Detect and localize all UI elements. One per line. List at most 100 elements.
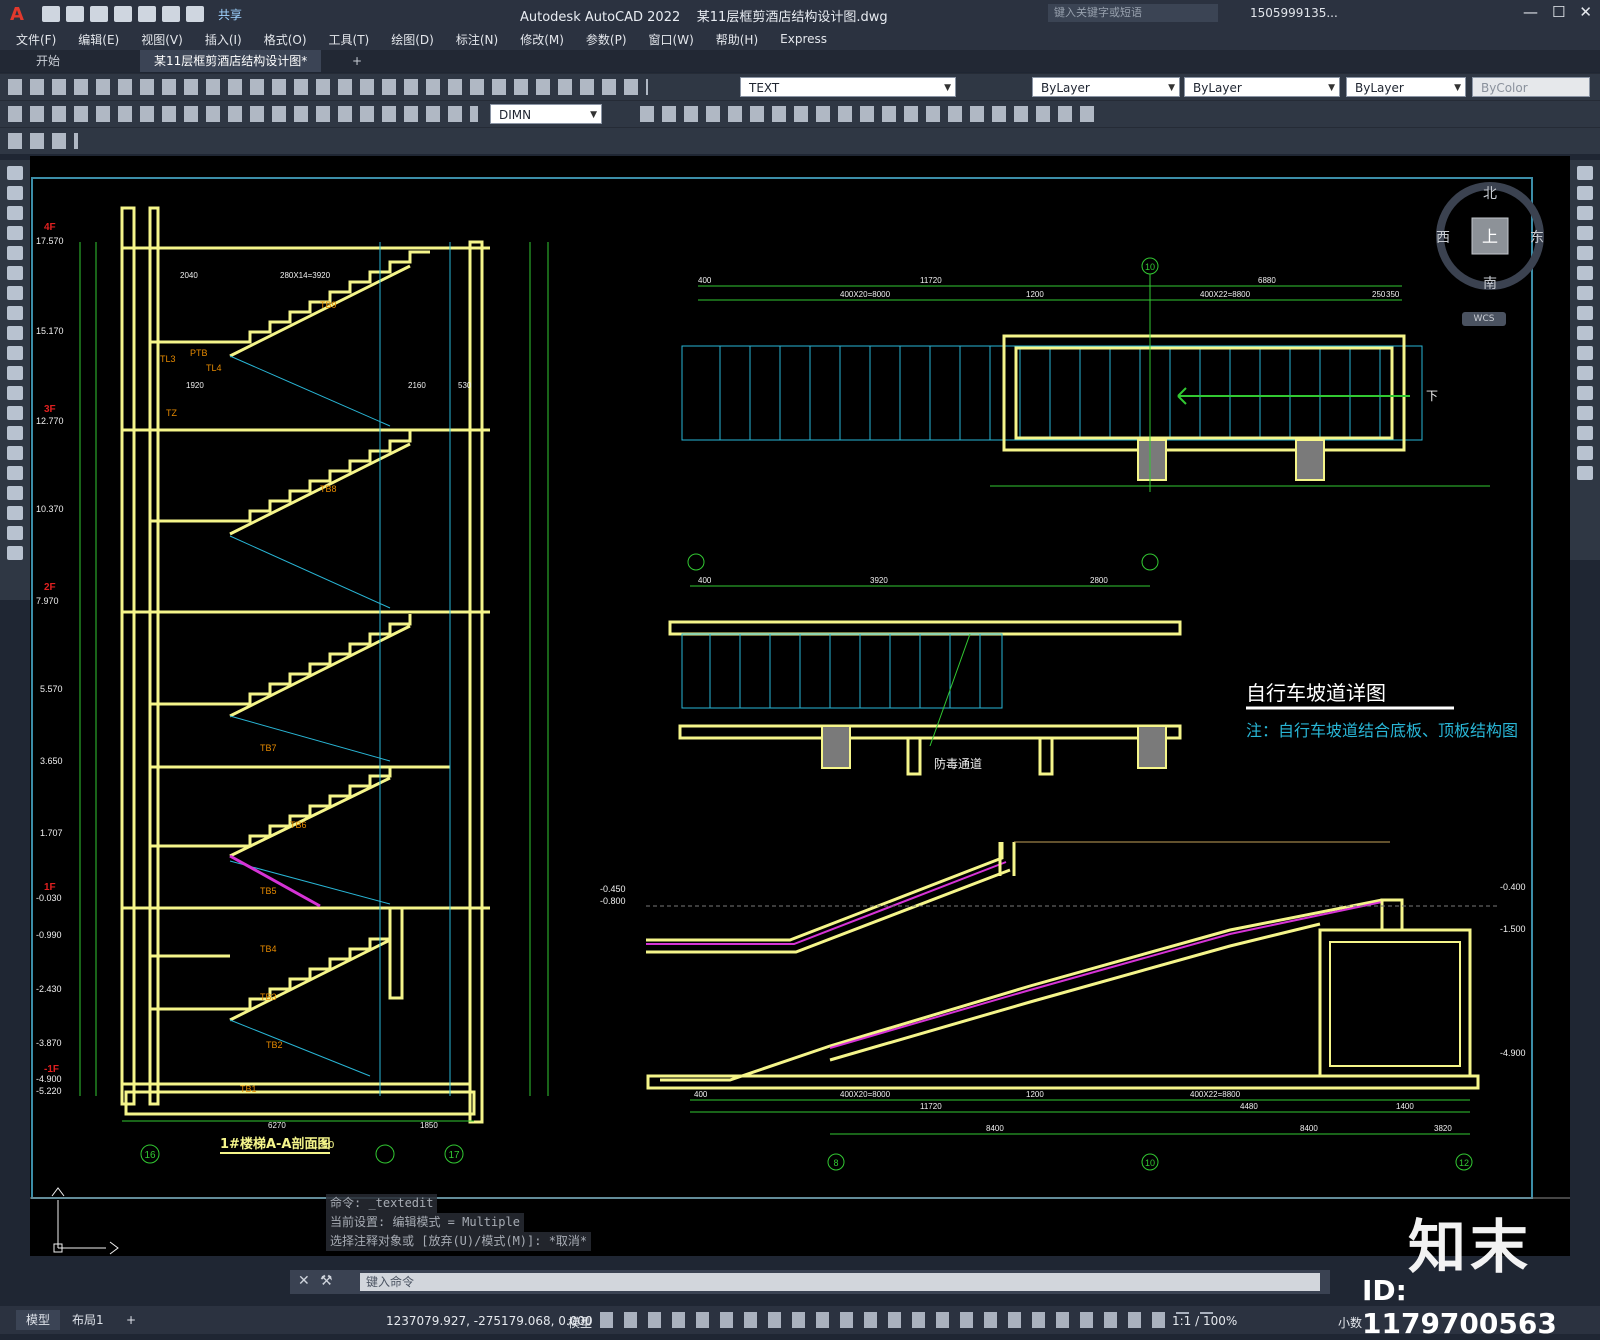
minimize-button[interactable]: — xyxy=(1523,3,1538,21)
dim-text: 8400 xyxy=(1300,1124,1318,1133)
undo-icon[interactable] xyxy=(162,6,180,22)
floor-tag: -1F xyxy=(44,1064,59,1075)
modify-icons[interactable] xyxy=(640,106,1100,122)
insert-block-icon[interactable] xyxy=(7,386,23,400)
menu-edit[interactable]: 编辑(E) xyxy=(78,31,119,48)
tab-layout1[interactable]: 布局1 xyxy=(62,1310,114,1330)
model-space-canvas[interactable]: 17.570 15.170 12.770 10.370 7.970 5.570 … xyxy=(30,156,1570,1256)
menu-format[interactable]: 格式(O) xyxy=(264,31,307,48)
ramp-section-bottom: 400 400X20=8000 1200 400X22=8800 11720 4… xyxy=(600,841,1526,1171)
linetype-dropdown[interactable]: ByLayer ▼ xyxy=(1184,77,1340,97)
explode-icon[interactable] xyxy=(1577,466,1593,480)
model-space-button[interactable]: 模型 xyxy=(568,1314,592,1331)
dim-style-dropdown[interactable]: DIMN ▼ xyxy=(490,104,602,124)
dim-text: 400X20=8000 xyxy=(840,1090,891,1099)
tab-drawing[interactable]: 某11层框剪酒店结构设计图* xyxy=(140,50,322,72)
autocad-logo-icon[interactable]: A xyxy=(0,0,34,28)
wcs-menu[interactable]: WCS xyxy=(1462,312,1506,326)
tab-model[interactable]: 模型 xyxy=(16,1310,61,1330)
text-style-dropdown[interactable]: TEXT ▼ xyxy=(740,77,956,97)
menu-window[interactable]: 窗口(W) xyxy=(649,31,694,48)
break-icon[interactable] xyxy=(1577,386,1593,400)
chevron-down-icon: ▼ xyxy=(1168,83,1175,93)
mtext-icon[interactable] xyxy=(7,526,23,540)
line-icon[interactable] xyxy=(7,166,23,180)
ellipse-arc-icon[interactable] xyxy=(7,366,23,380)
new-file-icon[interactable] xyxy=(42,6,60,22)
toolbar-icons[interactable] xyxy=(8,79,648,95)
menu-bar: 文件(F) 编辑(E) 视图(V) 插入(I) 格式(O) 工具(T) 绘图(D… xyxy=(0,28,1600,50)
close-icon[interactable]: ✕ xyxy=(298,1273,310,1289)
menu-view[interactable]: 视图(V) xyxy=(141,31,183,48)
spline-icon[interactable] xyxy=(7,326,23,340)
dimension-icons[interactable] xyxy=(8,106,478,122)
point-icon[interactable] xyxy=(7,426,23,440)
save-as-icon[interactable] xyxy=(114,6,132,22)
linetype-value: ByLayer xyxy=(1193,81,1242,95)
layer-color-dropdown[interactable]: ByLayer ▼ xyxy=(1032,77,1180,97)
maximize-button[interactable]: ☐ xyxy=(1552,3,1565,21)
rectangle-icon[interactable] xyxy=(7,246,23,260)
menu-tools[interactable]: 工具(T) xyxy=(329,31,370,48)
add-layout-button[interactable]: + xyxy=(116,1310,146,1330)
region-icon[interactable] xyxy=(7,486,23,500)
move-icon[interactable] xyxy=(1577,266,1593,280)
draw-order-icons[interactable] xyxy=(8,133,78,149)
join-icon[interactable] xyxy=(1577,406,1593,420)
erase-icon[interactable] xyxy=(1577,166,1593,180)
circle-icon[interactable] xyxy=(7,286,23,300)
menu-insert[interactable]: 插入(I) xyxy=(205,31,242,48)
annotation-scale[interactable]: 1:1 / 100% xyxy=(1168,1314,1242,1328)
polygon-icon[interactable] xyxy=(7,226,23,240)
viewcube[interactable]: 上 北 南 西 东 WCS xyxy=(1430,176,1550,326)
drafting-toggles[interactable] xyxy=(600,1312,1220,1328)
elev-label: -0.400 xyxy=(1500,882,1526,892)
coordinate-readout[interactable]: 1237079.927, -275179.068, 0.000 xyxy=(386,1314,593,1328)
save-icon[interactable] xyxy=(90,6,108,22)
share-button[interactable]: 共享 xyxy=(218,6,242,23)
user-account[interactable]: 1505999135... xyxy=(1250,6,1338,20)
menu-help[interactable]: 帮助(H) xyxy=(716,31,758,48)
construction-line-icon[interactable] xyxy=(7,186,23,200)
arc-icon[interactable] xyxy=(7,266,23,280)
menu-draw[interactable]: 绘图(D) xyxy=(391,31,434,48)
gradient-icon[interactable] xyxy=(7,466,23,480)
fillet-icon[interactable] xyxy=(1577,446,1593,460)
close-button[interactable]: ✕ xyxy=(1579,3,1592,21)
units-selector[interactable]: 小数 xyxy=(1338,1314,1362,1331)
redo-icon[interactable] xyxy=(186,6,204,22)
open-file-icon[interactable] xyxy=(66,6,84,22)
copy-icon[interactable] xyxy=(1577,186,1593,200)
dim-style-value: DIMN xyxy=(499,108,532,122)
help-search-input[interactable]: 键入关键字或短语 xyxy=(1048,4,1218,22)
stretch-icon[interactable] xyxy=(1577,326,1593,340)
plot-style-dropdown[interactable]: ByColor xyxy=(1472,77,1590,97)
offset-icon[interactable] xyxy=(1577,226,1593,240)
wrench-icon[interactable]: ⚒ xyxy=(320,1273,333,1289)
command-input[interactable]: 键入命令 xyxy=(360,1273,1320,1291)
polyline-icon[interactable] xyxy=(7,206,23,220)
scale-icon[interactable] xyxy=(1577,306,1593,320)
rotate-icon[interactable] xyxy=(1577,286,1593,300)
menu-express[interactable]: Express xyxy=(780,32,827,46)
menu-parametric[interactable]: 参数(P) xyxy=(586,31,627,48)
tab-start[interactable]: 开始 xyxy=(22,50,74,72)
menu-modify[interactable]: 修改(M) xyxy=(520,31,564,48)
print-icon[interactable] xyxy=(138,6,156,22)
menu-file[interactable]: 文件(F) xyxy=(16,31,56,48)
make-block-icon[interactable] xyxy=(7,406,23,420)
new-tab-button[interactable]: + xyxy=(338,50,376,72)
ellipse-icon[interactable] xyxy=(7,346,23,360)
array-icon[interactable] xyxy=(1577,246,1593,260)
trim-icon[interactable] xyxy=(1577,346,1593,360)
revcloud-icon[interactable] xyxy=(7,306,23,320)
chamfer-icon[interactable] xyxy=(1577,426,1593,440)
extend-icon[interactable] xyxy=(1577,366,1593,380)
lineweight-dropdown[interactable]: ByLayer ▼ xyxy=(1346,77,1466,97)
menu-dimension[interactable]: 标注(N) xyxy=(456,31,498,48)
mirror-icon[interactable] xyxy=(1577,206,1593,220)
table-icon[interactable] xyxy=(7,506,23,520)
add-selected-icon[interactable] xyxy=(7,546,23,560)
axis-label: 8 xyxy=(833,1158,838,1168)
hatch-icon[interactable] xyxy=(7,446,23,460)
